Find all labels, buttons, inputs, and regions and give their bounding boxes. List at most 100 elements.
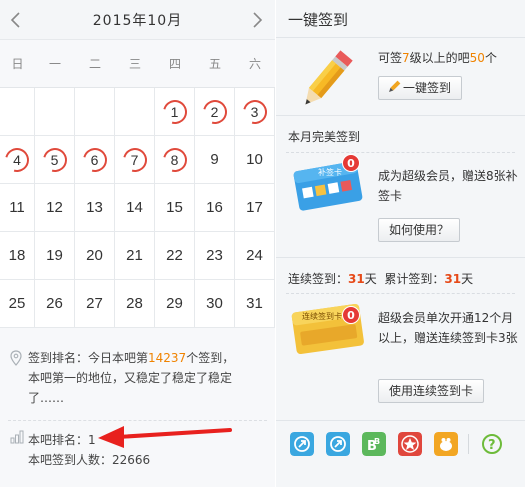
rank-text: 签到排名：今日本吧第14237个签到， 本吧第一的地位，又稳定了稳定了稳定 了…… [28,348,268,408]
forum-rank: 本吧排名：1 [28,433,96,447]
day-number: 5 [50,152,59,168]
day-number: 22 [166,247,183,264]
calendar-day[interactable]: 11 [0,184,35,232]
day-number: 25 [8,295,26,312]
calendar-day[interactable]: 12 [35,184,75,232]
weekday-label: 三 [128,57,141,71]
svg-text:B: B [374,437,380,446]
calendar-day[interactable]: 26 [35,280,75,328]
calendar-panel: 2015年10月 日一二三四五六 1 2 3 4 5 6 7 8 9 10 11 12 13 14 15 16… [0,0,275,487]
day-number: 26 [46,295,63,312]
location-pin-icon [10,350,22,366]
calendar-day[interactable]: 25 [0,280,35,328]
calendar-day[interactable]: 16 [195,184,235,232]
calendar-header: 2015年10月 [0,0,275,40]
pencil-small-icon [389,80,401,92]
perfect-desc: 成为超级会员，赠送8张补签卡 [378,169,518,203]
day-number: 9 [210,151,219,168]
calendar-day[interactable]: 5 [35,136,75,184]
star-badge-icon[interactable] [398,432,422,456]
rank-info: 签到排名：今日本吧第14237个签到， 本吧第一的地位，又稳定了稳定了稳定 了…… [0,328,275,487]
day-number: 4 [13,152,21,168]
calendar-day[interactable]: 9 [195,136,235,184]
weekday-label: 五 [208,57,221,71]
calendar-day[interactable]: 2 [195,88,235,136]
weekday-label: 一 [48,57,61,71]
divider [468,434,469,454]
makeup-card-badge: 0 [342,154,360,172]
calendar-empty-cell [115,88,155,136]
rank-prefix: 签到排名：今日本吧第 [28,351,149,365]
month-title: 2015年10月 [92,13,183,29]
weekday-label: 日 [11,57,24,71]
day-number: 27 [86,295,103,312]
day-number: 8 [170,152,179,168]
weekday-label: 四 [168,57,181,71]
weekday-label: 二 [88,57,101,71]
rank-line3: 了…… [28,391,65,405]
bb-icon[interactable]: BB [362,432,386,456]
calendar-day[interactable]: 20 [75,232,115,280]
calendar-day[interactable]: 24 [235,232,275,280]
card-label: 补签卡 [318,167,342,177]
weekday-row: 日一二三四五六 [0,40,275,88]
crab-icon[interactable] [434,432,458,456]
day-number: 21 [126,247,143,264]
streak-line: 连续签到：31天 累计签到：31天 [288,272,474,286]
calendar-day[interactable]: 18 [0,232,35,280]
calendar-day[interactable]: 19 [35,232,75,280]
calendar-day[interactable]: 29 [155,280,195,328]
day-number: 6 [90,152,99,168]
calendar-day[interactable]: 28 [115,280,155,328]
calendar-day[interactable]: 23 [195,232,235,280]
calendar-day[interactable]: 8 [155,136,195,184]
calendar-day[interactable]: 31 [235,280,275,328]
calendar-day[interactable]: 27 [75,280,115,328]
rank-line2: 本吧第一的地位，又稳定了稳定了稳定 [28,371,233,385]
calendar-day[interactable]: 3 [235,88,275,136]
day-number: 19 [46,247,63,264]
rank-suffix: 个签到， [186,351,235,365]
calendar-day[interactable]: 17 [235,184,275,232]
day-number: 13 [86,199,103,216]
day-number: 11 [9,199,25,216]
calendar-day[interactable]: 14 [115,184,155,232]
calendar-day[interactable]: 4 [0,136,35,184]
calendar-day[interactable]: 30 [195,280,235,328]
calendar-day[interactable]: 21 [115,232,155,280]
day-number: 17 [246,199,263,216]
streak-desc: 超级会员单次开通12个月以上，赠送连续签到卡3张 [378,311,518,345]
streak-card-badge: 0 [342,306,360,324]
use-streak-card-button[interactable]: 使用连续签到卡 [378,379,485,403]
day-number: 12 [46,199,63,216]
one-click-signin-button[interactable]: 一键签到 [378,76,463,100]
calendar-empty-cell [35,88,75,136]
card-label: 连续签到卡 [302,311,342,321]
one-click-desc: 可签7级以上的吧50个 [378,51,497,65]
share-icon-1[interactable] [290,432,314,456]
calendar-day[interactable]: 7 [115,136,155,184]
day-number: 31 [246,295,263,312]
how-to-use-button[interactable]: 如何使用？ [378,218,461,242]
calendar-day[interactable]: 15 [155,184,195,232]
calendar-day[interactable]: 6 [75,136,115,184]
calendar-day[interactable]: 1 [155,88,195,136]
calendar-day[interactable]: 22 [155,232,195,280]
day-number: 1 [170,104,179,120]
help-icon[interactable]: ? [480,432,504,456]
signin-side-panel: 一键签到 可签7级以上的吧50个 一键签到 本月完美签到 补签卡 0 成为超级会… [276,0,525,487]
svg-text:?: ? [488,438,496,453]
weekday-label: 六 [248,57,261,71]
day-number: 30 [206,295,223,312]
day-number: 20 [86,247,103,264]
day-number: 7 [130,152,139,168]
calendar-day[interactable]: 10 [235,136,275,184]
calendar-grid: 1 2 3 4 5 6 7 8 9 10 11 12 13 14 15 16 17 18 19 20 21 22 23 24 2… [0,88,275,328]
calendar-day[interactable]: 13 [75,184,115,232]
share-icon-2[interactable] [326,432,350,456]
day-number: 28 [126,295,143,312]
divider [276,37,525,38]
chevron-right-icon[interactable] [247,10,267,30]
divider [286,152,515,153]
day-number: 24 [246,247,263,264]
